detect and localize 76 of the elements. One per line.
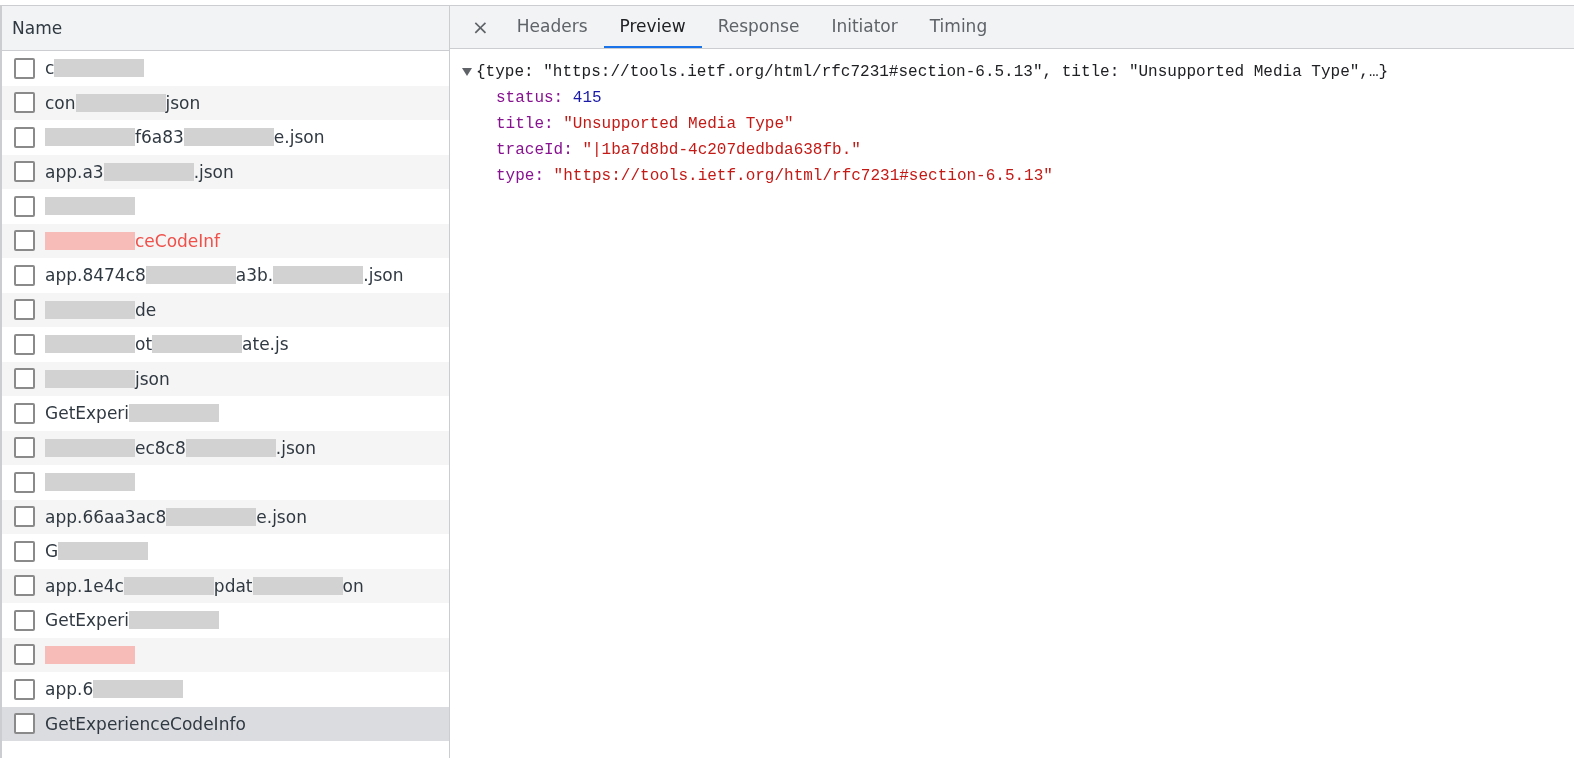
- request-row[interactable]: GetExperi: [2, 603, 449, 638]
- request-row[interactable]: ot ate.js: [2, 327, 449, 362]
- checkbox[interactable]: [14, 161, 35, 183]
- checkbox[interactable]: [14, 437, 35, 459]
- checkbox[interactable]: [14, 264, 35, 286]
- tab[interactable]: Response: [701, 6, 816, 48]
- request-name: app.8474c8: [45, 265, 146, 286]
- request-row[interactable]: app.6: [2, 672, 449, 707]
- checkbox[interactable]: [14, 195, 35, 217]
- checkbox[interactable]: [14, 230, 35, 252]
- request-name: ec8c8: [135, 437, 186, 458]
- request-name: G: [45, 541, 59, 562]
- request-row[interactable]: f6a83 e.json: [2, 120, 449, 155]
- request-row[interactable]: de: [2, 292, 449, 327]
- close-button[interactable]: ×: [460, 6, 501, 48]
- request-name: GetExperi: [45, 403, 130, 424]
- request-name: c: [45, 58, 55, 79]
- request-name: app.66aa3ac8: [45, 506, 167, 527]
- checkbox[interactable]: [14, 402, 35, 424]
- request-name: .json: [193, 161, 234, 182]
- request-name: app.1e4c: [45, 575, 124, 596]
- request-name: ot: [135, 334, 153, 355]
- request-name: con: [45, 92, 76, 113]
- checkbox[interactable]: [14, 609, 35, 631]
- checkbox[interactable]: [14, 540, 35, 562]
- request-row[interactable]: G: [2, 534, 449, 569]
- request-name: e.json: [273, 127, 325, 148]
- request-name: .json: [275, 437, 316, 458]
- request-row[interactable]: ec8c8 .json: [2, 430, 449, 465]
- checkbox[interactable]: [14, 368, 35, 390]
- request-row[interactable]: app.66aa3ac8 e.json: [2, 499, 449, 534]
- request-row[interactable]: app.a3 .json: [2, 154, 449, 189]
- tab[interactable]: Initiator: [815, 6, 914, 48]
- property-line: traceId: "|1ba7d8bd-4c207dedbda638fb.": [496, 140, 862, 161]
- request-name: GetExperienceCodeInfo: [45, 713, 246, 734]
- request-name: GetExperi: [45, 610, 130, 631]
- request-row[interactable]: app.8474c8 a3b. .json: [2, 258, 449, 293]
- checkbox[interactable]: [14, 299, 35, 321]
- checkbox[interactable]: [14, 713, 35, 735]
- property-line: status: 415: [496, 88, 603, 109]
- tab[interactable]: Timing: [913, 6, 1004, 48]
- request-name: de: [135, 299, 157, 320]
- request-name: json: [165, 92, 201, 113]
- request-name: json: [135, 368, 170, 389]
- request-name: f6a83: [135, 127, 184, 148]
- request-row[interactable]: app.1e4c pdat on: [2, 568, 449, 603]
- request-name: ceCodeInf: [135, 230, 221, 251]
- request-row[interactable]: c: [2, 51, 449, 86]
- checkbox[interactable]: [14, 471, 35, 493]
- request-name: .json: [363, 265, 404, 286]
- checkbox[interactable]: [14, 57, 35, 79]
- request-name: e.json: [256, 506, 307, 527]
- checkbox[interactable]: [14, 575, 35, 597]
- request-name: app.a3: [45, 161, 104, 182]
- checkbox[interactable]: [14, 126, 35, 148]
- tab[interactable]: Preview: [603, 6, 702, 48]
- request-name: a3b.: [235, 265, 274, 286]
- tab[interactable]: Headers: [500, 6, 604, 48]
- request-row[interactable]: GetExperienceCodeInfo: [2, 706, 449, 741]
- checkbox[interactable]: [14, 644, 35, 666]
- property-line: type: "https://tools.ietf.org/html/rfc7231#section-6.5.13": [496, 166, 1054, 187]
- request-name: on: [342, 575, 364, 596]
- request-row[interactable]: con json: [2, 85, 449, 120]
- checkbox[interactable]: [14, 506, 35, 528]
- column-header[interactable]: Name: [2, 6, 449, 51]
- request-name: ate.js: [242, 334, 289, 355]
- request-row[interactable]: GetExperi: [2, 396, 449, 431]
- expand-triangle-icon[interactable]: [462, 68, 472, 76]
- checkbox[interactable]: [14, 92, 35, 114]
- object-summary: {type: "https://tools.ietf.org/html/rfc7231#section-6.5.13", title: "Unsupported Media Type",…}: [476, 62, 1389, 83]
- request-name: app.6: [45, 679, 94, 700]
- request-name: pdat: [213, 575, 253, 596]
- property-line: title: "Unsupported Media Type": [496, 114, 795, 135]
- checkbox[interactable]: [14, 333, 35, 355]
- checkbox[interactable]: [14, 678, 35, 700]
- request-row[interactable]: json: [2, 361, 449, 396]
